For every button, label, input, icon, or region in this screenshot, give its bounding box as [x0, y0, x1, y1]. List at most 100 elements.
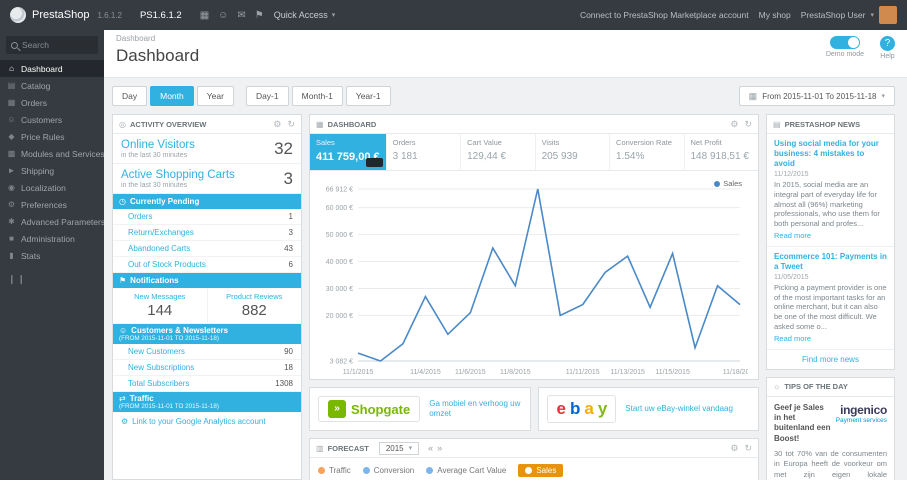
forecast-toggle-sales[interactable]: Sales: [518, 464, 564, 477]
previous-year-icon[interactable]: «: [428, 443, 433, 453]
refresh-icon[interactable]: ↻: [744, 119, 752, 130]
google-analytics-link[interactable]: ⚙ Link to your Google Analytics account: [113, 412, 301, 431]
legend-dot: [714, 180, 721, 187]
pending-row: Out of Stock Products 6: [113, 257, 301, 273]
collapse-menu-icon[interactable]: ❙❙: [0, 264, 104, 295]
abandoned-carts-link[interactable]: Abandoned Carts: [128, 244, 190, 253]
svg-text:11/8/2015: 11/8/2015: [500, 369, 531, 376]
sidebar-item-modules[interactable]: ▩ Modules and Services: [0, 145, 104, 162]
svg-text:11/15/2015: 11/15/2015: [655, 369, 690, 376]
filter-year-button[interactable]: Year: [196, 86, 234, 106]
chart-legend[interactable]: Sales: [714, 179, 742, 188]
date-range-button[interactable]: ▦ From 2015-11-01 To 2015-11-18 ▾: [738, 86, 895, 106]
kpi-cart-value[interactable]: Cart Value 129,44 €: [461, 134, 536, 170]
sidebar-item-advanced-parameters[interactable]: ✱ Advanced Parameters: [0, 213, 104, 230]
refresh-icon[interactable]: ↻: [744, 443, 752, 454]
messages-notification-icon[interactable]: ✉: [237, 10, 245, 21]
pending-returns-link[interactable]: Return/Exchanges: [128, 228, 194, 237]
sidebar-item-label: Orders: [21, 97, 47, 108]
pending-returns-value: 3: [288, 228, 293, 237]
gear-icon[interactable]: ⚙: [273, 119, 281, 130]
filter-month-1-button[interactable]: Month-1: [291, 86, 343, 106]
customers-notification-icon[interactable]: ☺: [218, 10, 228, 21]
forecast-toggle-traffic[interactable]: Traffic: [318, 466, 351, 475]
shop-name[interactable]: PS1.6.1.2: [140, 10, 182, 21]
product-reviews-cell[interactable]: Product Reviews 882: [206, 288, 302, 323]
user-menu[interactable]: PrestaShop User ▾: [801, 6, 897, 24]
forecast-toggle-avg-cart-value[interactable]: Average Cart Value: [426, 466, 506, 475]
dashboard-panel-title: DASHBOARD: [327, 119, 377, 129]
rocket-icon[interactable]: ⚑: [255, 10, 264, 21]
sidebar-item-customers[interactable]: ☺ Customers: [0, 111, 104, 128]
sidebar-item-price-rules[interactable]: ◆ Price Rules: [0, 128, 104, 145]
kpi-value: 1.54%: [616, 151, 645, 162]
svg-text:66 912 €: 66 912 €: [326, 187, 353, 194]
next-year-icon[interactable]: »: [437, 443, 442, 453]
filter-year-1-button[interactable]: Year-1: [345, 86, 391, 106]
pending-row: Return/Exchanges 3: [113, 225, 301, 241]
new-subscriptions-link[interactable]: New Subscriptions: [128, 363, 194, 372]
new-customers-link[interactable]: New Customers: [128, 347, 185, 356]
stats-icon: ▮: [9, 251, 14, 260]
filter-day-button[interactable]: Day: [112, 86, 148, 106]
demo-mode-label: Demo mode: [825, 51, 864, 58]
article-title-link[interactable]: Using social media for your business: 4 …: [774, 139, 887, 169]
catalog-icon: ▤: [7, 81, 16, 90]
kpi-visits[interactable]: Visits 205 939: [536, 134, 611, 170]
out-of-stock-link[interactable]: Out of Stock Products: [128, 260, 206, 269]
kpi-value: 3 181: [392, 151, 418, 162]
kpi-net-profit[interactable]: Net Profit 148 918,51 €: [685, 134, 758, 170]
topbar: PrestaShop 1.6.1.2 PS1.6.1.2 ▦ ☺ ✉ ⚑ Qui…: [0, 0, 907, 30]
sidebar-item-orders[interactable]: ▦ Orders: [0, 94, 104, 111]
ebay-ad-link[interactable]: Start uw eBay-winkel vandaag: [625, 404, 733, 414]
quick-access-menu[interactable]: Quick Access ▾: [274, 10, 336, 20]
orders-notification-icon[interactable]: ▦: [200, 10, 209, 21]
active-carts-label[interactable]: Active Shopping Carts: [121, 169, 293, 181]
kpi-sales[interactable]: Sales 411 759,00 €: [310, 134, 387, 170]
breadcrumb[interactable]: Dashboard: [116, 34, 895, 43]
ebay-ad: ebay Start uw eBay-winkel vandaag: [537, 387, 759, 431]
kpi-conversion-rate[interactable]: Conversion Rate 1.54%: [610, 134, 685, 170]
shopgate-ad-link[interactable]: Ga mobiel en verhoog uw omzet: [429, 399, 521, 420]
user-name: PrestaShop User: [800, 10, 866, 20]
article-title-link[interactable]: Ecommerce 101: Payments in a Tweet: [774, 252, 887, 272]
find-more-news-link[interactable]: Find more news: [767, 350, 894, 369]
new-messages-cell[interactable]: New Messages 144: [113, 288, 207, 323]
read-more-link[interactable]: Read more: [774, 334, 811, 343]
activity-overview-panel: ◎ ACTIVITY OVERVIEW ⚙ ↻ Online Visitors i…: [112, 114, 302, 480]
total-subscribers-link[interactable]: Total Subscribers: [128, 379, 189, 388]
out-of-stock-value: 6: [288, 260, 293, 269]
kpi-orders[interactable]: Orders 3 181: [387, 134, 462, 170]
online-visitors-label[interactable]: Online Visitors: [121, 139, 293, 151]
date-range-label: From 2015-11-01 To 2015-11-18: [762, 91, 877, 101]
filter-day-1-button[interactable]: Day-1: [245, 86, 289, 106]
sidebar-item-administration[interactable]: ■ Administration: [0, 230, 104, 247]
abandoned-carts-value: 43: [284, 244, 293, 253]
search-input[interactable]: [22, 40, 93, 50]
sidebar-item-preferences[interactable]: ⚙ Preferences: [0, 196, 104, 213]
demo-mode-toggle[interactable]: [829, 36, 860, 49]
prestashop-brand[interactable]: PrestaShop 1.6.1.2: [10, 7, 122, 23]
sidebar-item-localization[interactable]: ◉ Localization: [0, 179, 104, 196]
pending-orders-link[interactable]: Orders: [128, 212, 152, 221]
sidebar-item-shipping[interactable]: ► Shipping: [0, 162, 104, 179]
forecast-year-select[interactable]: 2015 ▾: [378, 441, 420, 455]
refresh-icon[interactable]: ↻: [287, 119, 295, 130]
sidebar-item-dashboard[interactable]: ⌂ Dashboard: [0, 60, 104, 77]
read-more-link[interactable]: Read more: [774, 231, 811, 240]
my-shop-link[interactable]: My shop: [759, 10, 791, 20]
sidebar-item-label: Customers: [21, 114, 63, 125]
lightbulb-icon: ☼: [773, 382, 781, 391]
sidebar-item-catalog[interactable]: ▤ Catalog: [0, 77, 104, 94]
marketplace-link[interactable]: Connect to PrestaShop Marketplace accoun…: [580, 10, 749, 20]
forecast-toggle-conversion[interactable]: Conversion: [362, 466, 414, 475]
help-icon[interactable]: ?: [880, 36, 895, 51]
ingenico-logo: ingenico Payment services: [835, 403, 888, 445]
filter-month-button[interactable]: Month: [150, 86, 194, 106]
kpi-label: Sales: [316, 138, 335, 147]
sidebar-item-stats[interactable]: ▮ Stats: [0, 247, 104, 264]
gear-icon[interactable]: ⚙: [730, 119, 738, 130]
legend-label: Sales: [723, 179, 742, 188]
pending-orders-value: 1: [288, 212, 293, 221]
gear-icon[interactable]: ⚙: [730, 443, 738, 454]
